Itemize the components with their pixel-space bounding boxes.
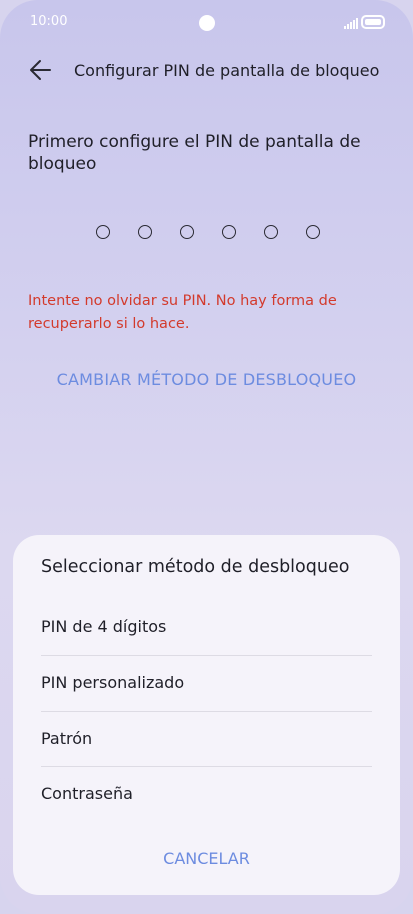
option-label: Patrón: [41, 729, 93, 748]
option-password[interactable]: Contraseña: [41, 766, 372, 822]
back-button[interactable]: [26, 56, 56, 84]
pin-prompt: Primero configure el PIN de pantalla de …: [28, 132, 361, 174]
pin-dot: [264, 225, 278, 239]
pin-dot: [222, 225, 236, 239]
option-label: PIN personalizado: [41, 673, 185, 692]
option-pin-4-digits[interactable]: PIN de 4 dígitos: [41, 599, 372, 655]
option-label: PIN de 4 dígitos: [41, 617, 167, 636]
change-unlock-method-button[interactable]: CAMBIAR MÉTODO DE DESBLOQUEO: [0, 370, 413, 389]
arrow-left-icon: [30, 60, 51, 80]
pin-entry-indicator: [96, 225, 320, 239]
unlock-method-sheet: Seleccionar método de desbloqueo PIN de …: [13, 535, 400, 895]
pin-warning: Intente no olvidar su PIN. No hay forma …: [28, 293, 337, 332]
option-label: Contraseña: [41, 784, 133, 803]
pin-dot: [138, 225, 152, 239]
app-header: Configurar PIN de pantalla de bloqueo: [0, 52, 413, 88]
pin-dot: [180, 225, 194, 239]
sheet-title: Seleccionar método de desbloqueo: [41, 557, 350, 577]
front-camera: [199, 15, 215, 31]
pin-dot: [306, 225, 320, 239]
option-pattern[interactable]: Patrón: [41, 711, 372, 767]
phone-screen: 10:00 Configurar PIN de pantalla de bloq…: [0, 0, 413, 914]
status-bar: 10:00: [0, 0, 413, 46]
pin-dot: [96, 225, 110, 239]
signal-icon: [344, 17, 358, 29]
battery-icon: [361, 15, 385, 29]
status-time: 10:00: [30, 14, 68, 29]
cancel-button[interactable]: CANCELAR: [13, 849, 400, 868]
option-custom-pin[interactable]: PIN personalizado: [41, 655, 372, 711]
page-title: Configurar PIN de pantalla de bloqueo: [74, 61, 380, 80]
